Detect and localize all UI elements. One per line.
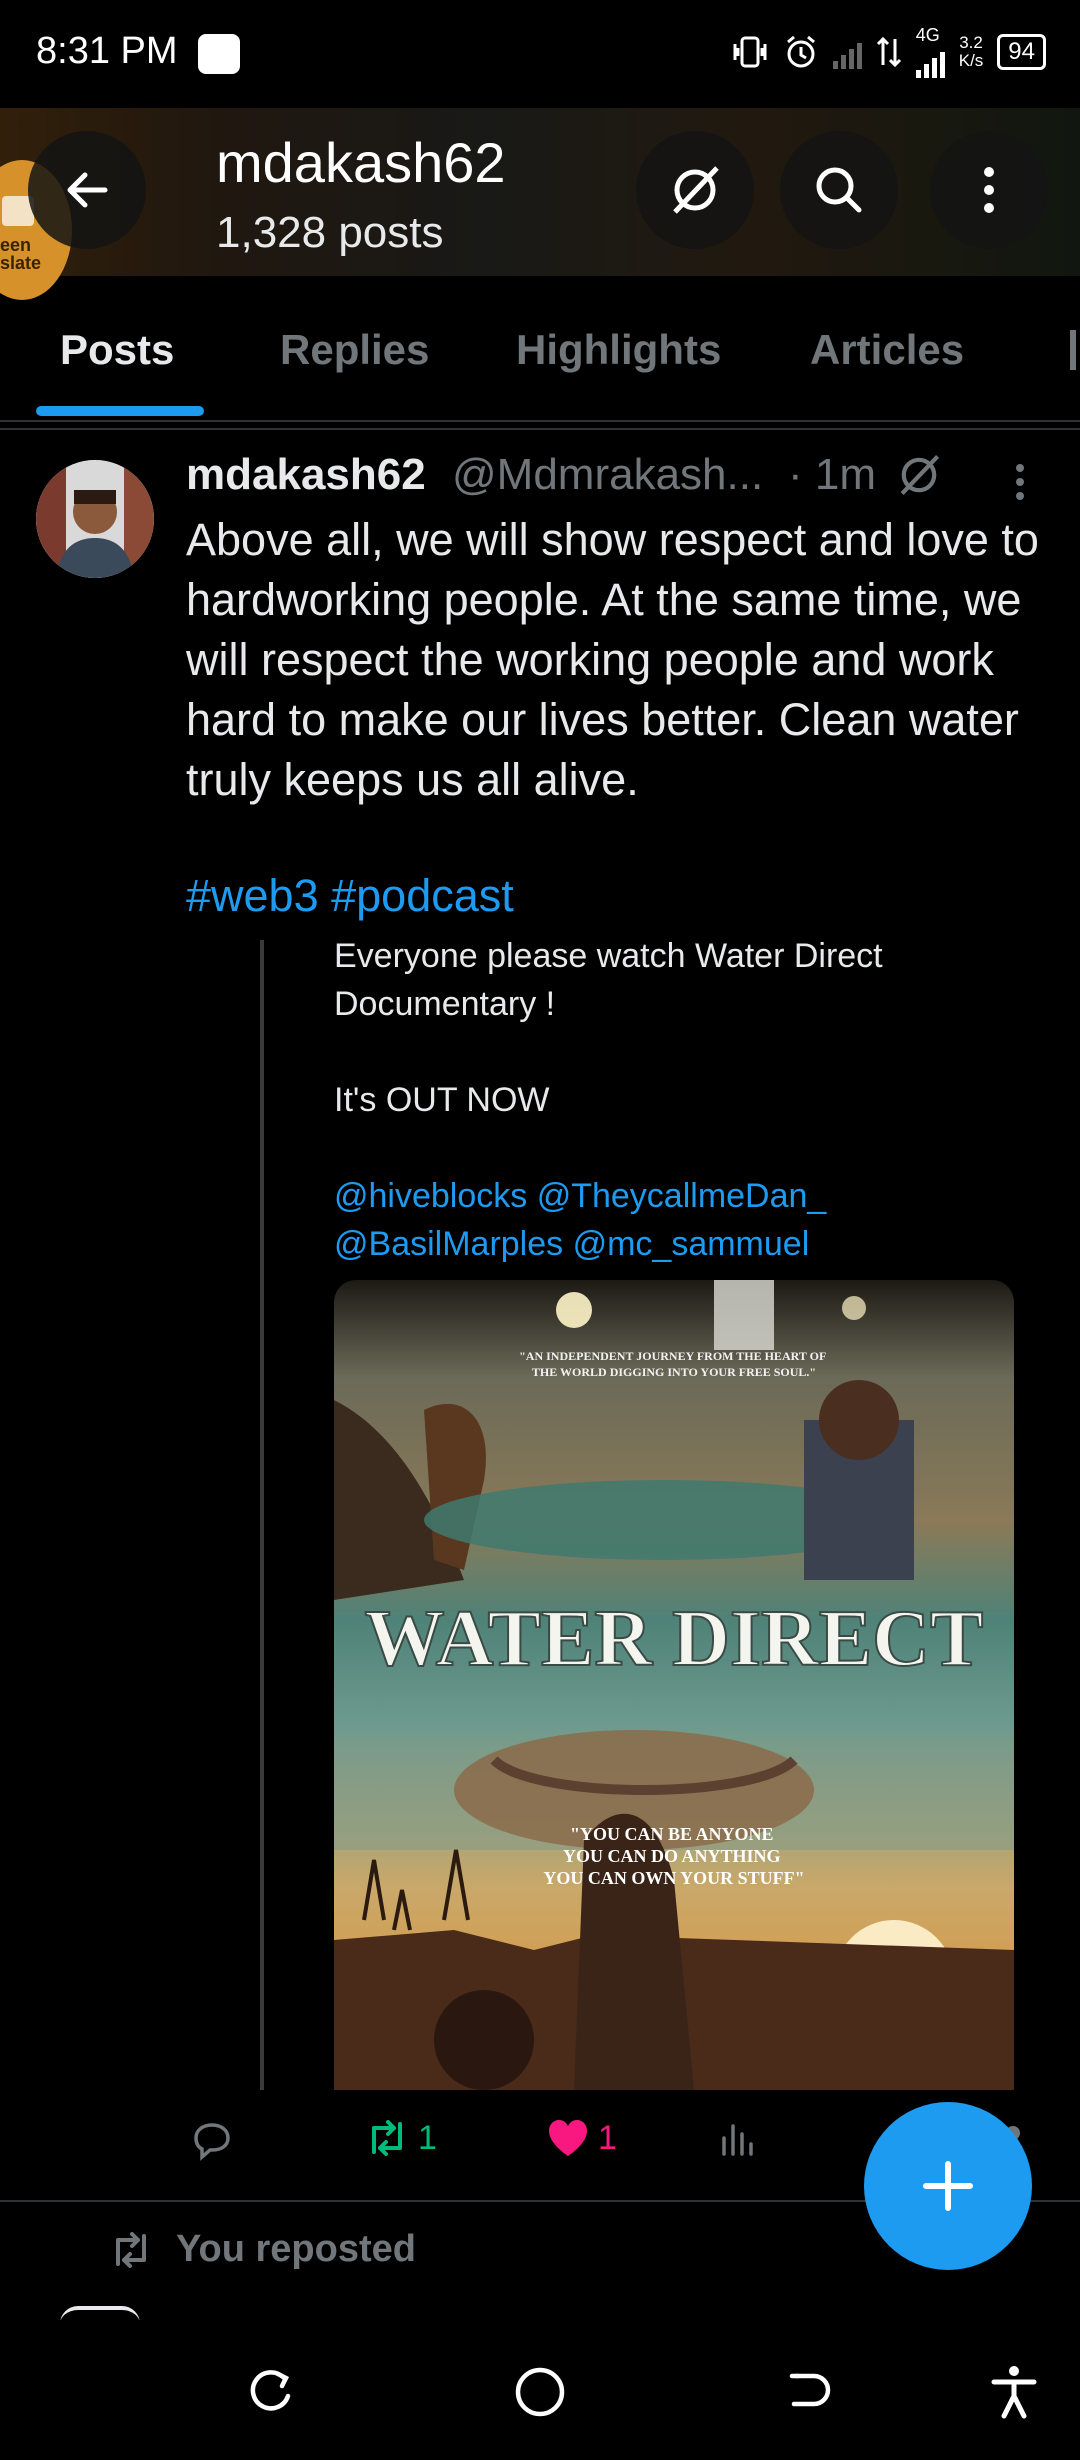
more-options-button[interactable] [930,131,1048,249]
profile-header-banner [0,108,1080,276]
plus-icon [923,2161,973,2211]
data-transfer-icon [876,36,901,68]
signal-2-icon [915,44,945,78]
grok-icon [673,166,719,214]
poster-title: WATER DIRECT [365,1595,984,1683]
poster-quote: "YOU CAN BE ANYONE YOU CAN DO ANYTHING Y… [543,1824,804,1888]
accessibility-button[interactable] [984,2362,1044,2422]
home-button[interactable] [510,2362,570,2422]
post-author-name[interactable]: mdakash62 [186,450,426,500]
accessibility-icon [991,2366,1037,2419]
avatar-image [36,460,154,578]
recents-icon [250,2370,291,2411]
repost-icon [372,2120,402,2156]
repost-button[interactable]: 1 [364,2118,437,2158]
poster-image: "AN INDEPENDENT JOURNEY FROM THE HEART O… [334,1280,1014,2090]
arrow-left-icon [67,172,108,208]
recent-apps-button[interactable] [240,2362,300,2422]
grok-post-button[interactable] [892,448,946,507]
views-button[interactable] [718,2118,758,2158]
quoted-mentions-1[interactable]: @hiveblocks @TheycallmeDan_ [334,1172,1034,1220]
heart-icon [549,2120,587,2156]
alarm-icon [786,35,815,68]
search-button[interactable] [780,131,898,249]
grok-icon [900,454,940,496]
quoted-post-text[interactable]: Everyone please watch Water Direct Docum… [334,932,1034,1268]
like-count: 1 [598,2118,617,2157]
active-tab-indicator [36,406,204,416]
tab-posts[interactable]: Posts [60,326,174,374]
quoted-mentions-2[interactable]: @BasilMarples @mc_sammuel [334,1220,1034,1268]
divider [0,428,1080,430]
thread-line [260,940,264,2090]
back-nav-icon [789,2373,831,2407]
like-button[interactable]: 1 [546,2118,617,2158]
comment-icon [194,2123,230,2161]
post-hashtags[interactable]: #web3 #podcast [186,870,514,922]
analytics-icon [722,2124,753,2156]
signal-1-icon [832,35,862,69]
battery-indicator: 94 [997,34,1046,70]
notification-app-icon [198,34,240,74]
profile-name: mdakash62 [216,131,506,194]
post-count: 1,328 posts [216,208,444,257]
compose-post-button[interactable] [864,2102,1032,2270]
post-author-handle[interactable]: @Mdmrakash... [452,450,763,500]
status-time: 8:31 PM [36,30,178,72]
quoted-media-poster[interactable]: "AN INDEPENDENT JOURNEY FROM THE HEART O… [334,1280,1014,2090]
post-body: Above all, we will show respect and love… [186,514,1039,805]
network-type: 4G [915,25,940,45]
back-nav-button[interactable] [780,2362,840,2422]
tab-overflow-peek[interactable] [1070,330,1076,370]
tab-highlights[interactable]: Highlights [516,326,721,374]
quoted-line-2: It's OUT NOW [334,1081,550,1119]
reply-button[interactable] [190,2118,234,2162]
back-button[interactable] [28,131,146,249]
status-indicators: 4G 3.2 K/s 94 [731,26,1046,78]
more-vertical-icon [1016,464,1024,500]
repost-count: 1 [418,2118,437,2157]
network-speed: 3.2 K/s [958,33,984,70]
repost-icon [116,2231,146,2268]
avatar[interactable] [36,460,154,578]
more-vertical-icon [984,167,994,213]
tab-replies[interactable]: Replies [280,326,429,374]
repost-notice-text: You reposted [176,2228,416,2270]
tab-articles[interactable]: Articles [810,326,964,374]
vibrate-icon [733,36,767,68]
home-circle-icon [515,2367,565,2417]
grok-button[interactable] [636,131,754,249]
post-timestamp: · 1m [788,450,876,499]
quoted-line-1: Everyone please watch Water Direct Docum… [334,937,883,1023]
post-more-button[interactable] [1010,460,1030,509]
repost-notice: You reposted [108,2228,416,2271]
search-icon [816,167,862,213]
tabs-divider [0,420,1080,422]
